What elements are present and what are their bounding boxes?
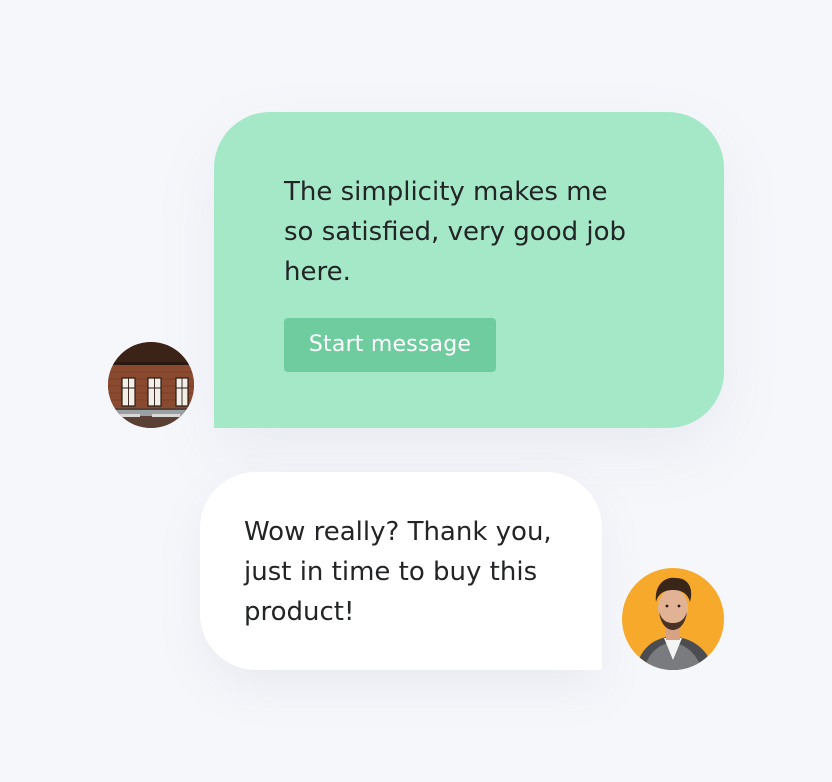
start-message-button[interactable]: Start message: [284, 318, 496, 372]
office-photo-image: [108, 342, 194, 428]
message-bubble-incoming: The simplicity makes me so satisfied, ve…: [214, 112, 724, 428]
avatar-office: [108, 342, 194, 428]
message-bubble-outgoing: Wow really? Thank you, just in time to b…: [200, 472, 602, 670]
avatar-man: [622, 568, 724, 670]
man-portrait-image: [622, 568, 724, 670]
message-text: Wow really? Thank you, just in time to b…: [244, 517, 552, 627]
message-text: The simplicity makes me so satisfied, ve…: [284, 177, 627, 287]
